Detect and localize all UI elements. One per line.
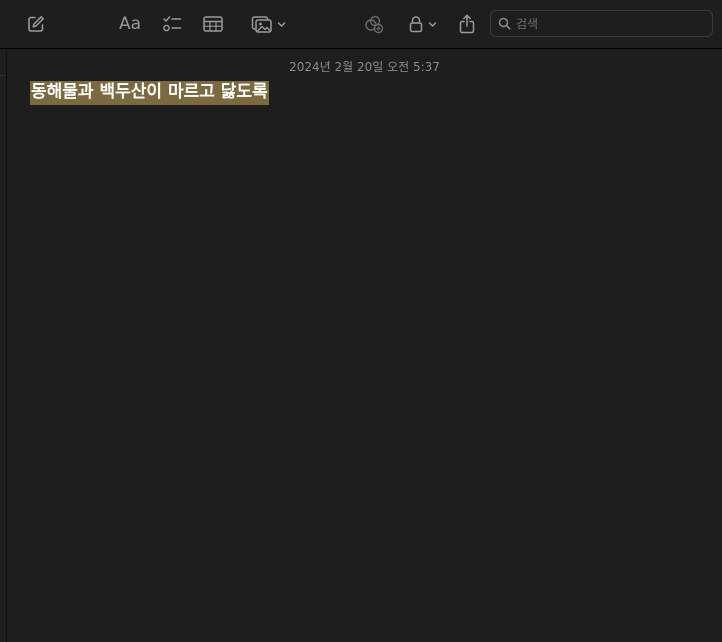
- checklist-button[interactable]: [158, 8, 186, 40]
- sidebar-edge[interactable]: [0, 49, 7, 642]
- sidebar-divider: [0, 75, 6, 76]
- photo-icon: [251, 16, 272, 33]
- lock-icon: [409, 16, 422, 33]
- notes-window: Aa 검색 2024년 2월 20일 오전 5:37 동해물과 백두산이 마르고…: [0, 0, 722, 642]
- toolbar: Aa: [0, 0, 722, 49]
- collaborate-icon: [365, 15, 384, 34]
- table-button[interactable]: [199, 8, 227, 40]
- media-button[interactable]: [246, 8, 290, 40]
- text-format-icon: Aa: [118, 14, 142, 34]
- share-icon: [459, 14, 475, 34]
- note-editor[interactable]: 동해물과 백두산이 마르고 닳도록: [30, 81, 700, 105]
- checklist-icon: [163, 16, 182, 32]
- table-icon: [203, 16, 223, 32]
- new-note-button[interactable]: [22, 8, 50, 40]
- search-input[interactable]: [516, 16, 696, 31]
- format-button[interactable]: Aa: [116, 8, 144, 40]
- compose-icon: [28, 16, 44, 32]
- note-date: 2024년 2월 20일 오전 5:37: [289, 60, 440, 74]
- search-field[interactable]: [490, 10, 713, 37]
- chevron-down-icon: [277, 21, 285, 27]
- chevron-down-icon: [428, 21, 436, 27]
- search-icon: [498, 17, 511, 30]
- share-button[interactable]: [454, 8, 480, 40]
- lock-button[interactable]: [403, 8, 441, 40]
- note-title-selected[interactable]: 동해물과 백두산이 마르고 닳도록: [30, 81, 269, 105]
- collaborate-button[interactable]: [360, 8, 388, 40]
